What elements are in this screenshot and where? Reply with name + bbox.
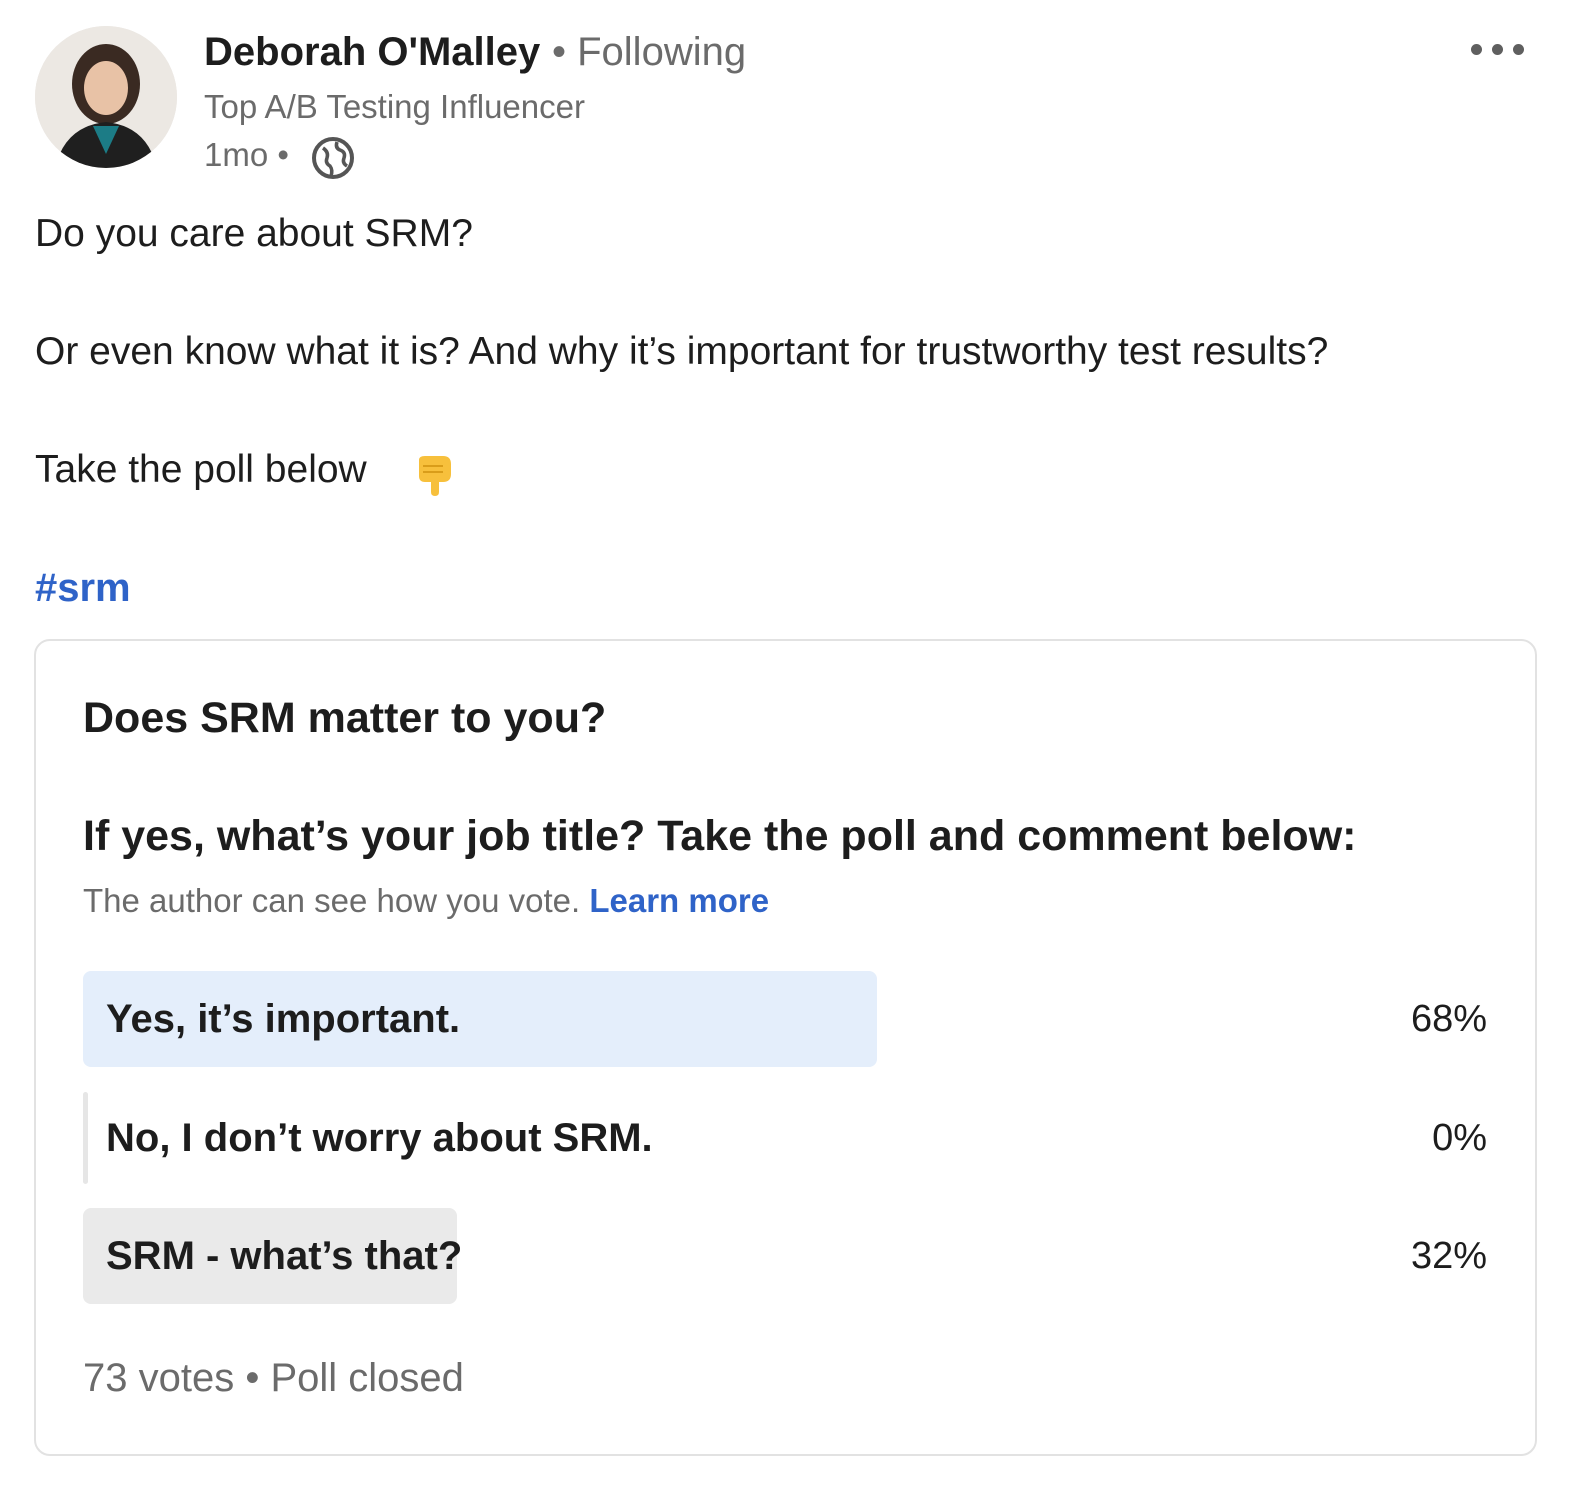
post-text-line: Take the poll below — [35, 448, 367, 491]
post-time: 1mo • — [204, 136, 289, 173]
learn-more-link[interactable]: Learn more — [589, 882, 769, 919]
follow-status: • Following — [552, 30, 747, 74]
poll-option[interactable]: SRM - what’s that? 32% — [83, 1208, 1487, 1304]
poll-option-percent: 32% — [1410, 1235, 1487, 1277]
poll-notice-text: The author can see how you vote. — [83, 882, 581, 919]
poll-option-label: Yes, it’s important. — [106, 997, 461, 1041]
globe-icon — [311, 136, 355, 180]
poll-option-percent: 0% — [1432, 1117, 1487, 1159]
post-text-line: Or even know what it is? And why it’s im… — [35, 330, 1329, 373]
poll-option-label: SRM - what’s that? — [106, 1234, 463, 1278]
poll-option[interactable]: Yes, it’s important. 68% — [83, 971, 1487, 1067]
poll-question: Does SRM matter to you? — [83, 694, 607, 742]
poll-visibility-notice: The author can see how you vote. Learn m… — [83, 882, 769, 920]
author-name[interactable]: Deborah O'Malley — [204, 30, 540, 75]
poll-option-bar — [83, 1092, 88, 1184]
post-text-line: Do you care about SRM? — [35, 212, 473, 255]
more-options-icon[interactable] — [1465, 30, 1535, 70]
author-headline: Top A/B Testing Influencer — [204, 88, 585, 125]
poll-option-label: No, I don’t worry about SRM. — [106, 1116, 653, 1160]
poll-option[interactable]: No, I don’t worry about SRM. 0% — [83, 1090, 1487, 1186]
pointing-down-hand-icon — [413, 452, 457, 496]
poll-footer: 73 votes • Poll closed — [83, 1356, 464, 1400]
hashtag-link[interactable]: #srm — [35, 566, 131, 611]
poll-option-percent: 68% — [1410, 998, 1487, 1040]
poll-question-detail: If yes, what’s your job title? Take the … — [83, 812, 1357, 860]
avatar[interactable] — [35, 26, 177, 168]
profile-photo — [35, 26, 177, 168]
